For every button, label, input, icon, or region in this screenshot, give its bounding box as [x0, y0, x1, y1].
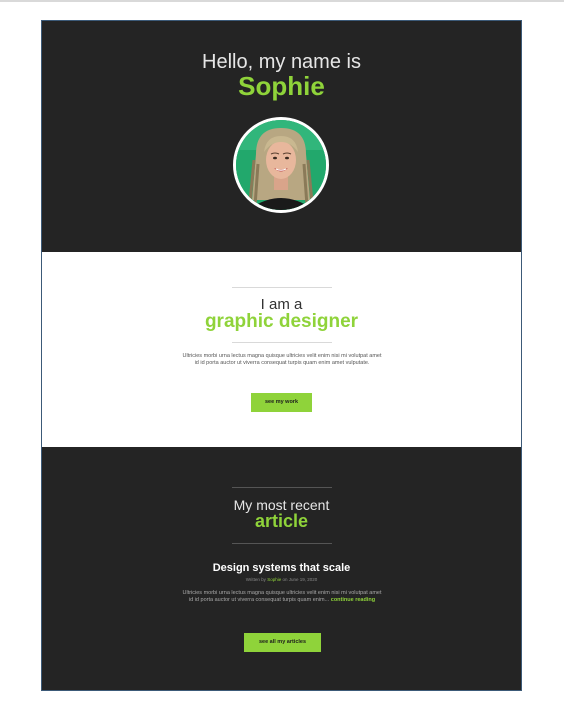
page-frame: Hello, my name is Sophie I am a graphic … [41, 20, 522, 691]
role-title: graphic designer [204, 311, 359, 332]
meta-author[interactable]: Sophie [267, 577, 281, 582]
meta-prefix: Written by [245, 577, 266, 582]
see-all-articles-button[interactable]: see all my articles [244, 633, 321, 652]
top-divider [0, 0, 564, 2]
article-heading: article [254, 511, 309, 531]
designer-section: I am a graphic designer Ultricies morbi … [42, 252, 521, 447]
section-divider-top [232, 487, 332, 488]
post-meta: Written by Sophie on June 19, 2020 [42, 577, 521, 582]
recent-article-section: My most recent article Design systems th… [42, 447, 521, 690]
meta-date: on June 19, 2020 [282, 577, 318, 582]
post-excerpt: Ultricies morbi urna lectus magna quisqu… [182, 590, 382, 604]
portrait-image [236, 120, 326, 210]
section-divider-bottom [232, 342, 332, 343]
avatar [233, 117, 329, 213]
hero-section: Hello, my name is Sophie [42, 21, 521, 252]
about-paragraph: Ultricies morbi urna lectus magna quisqu… [182, 353, 382, 366]
see-my-work-button[interactable]: see my work [251, 393, 312, 412]
hero-name: Sophie [238, 71, 325, 101]
section-divider-top [232, 287, 332, 288]
continue-reading-link[interactable]: continue reading [331, 597, 375, 603]
post-title[interactable]: Design systems that scale [42, 562, 521, 574]
section-divider-bottom [232, 543, 332, 544]
